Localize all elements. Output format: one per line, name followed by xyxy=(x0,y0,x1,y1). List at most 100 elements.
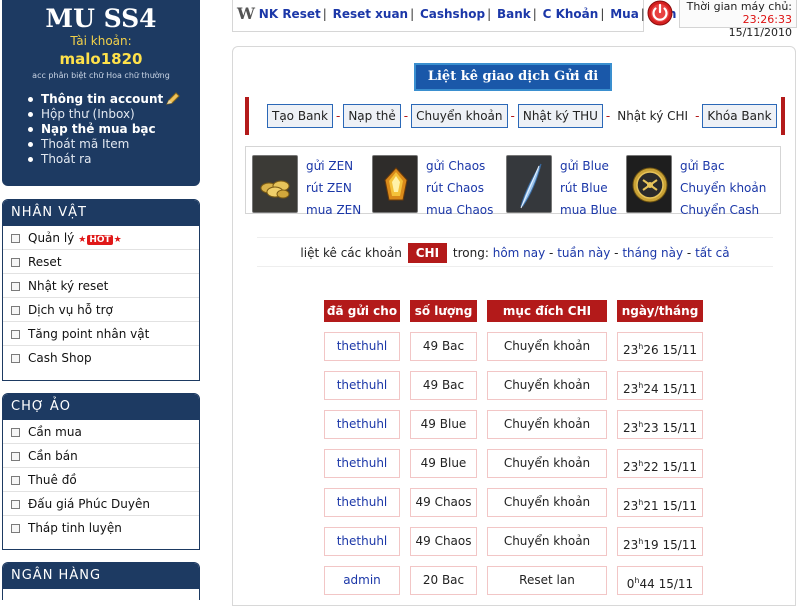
checkbox[interactable] xyxy=(11,354,20,363)
sidebar-item-support[interactable]: Dịch vụ hỗ trợ xyxy=(3,298,199,322)
row-amount: 49 Blue xyxy=(410,449,477,478)
checkbox[interactable] xyxy=(11,476,20,485)
buy-blue-link[interactable]: mua Blue xyxy=(560,199,617,221)
item-code-exit-link[interactable]: Thoát mã Item xyxy=(28,137,200,152)
nav-reset-xuan[interactable]: Reset xuan xyxy=(333,7,409,21)
account-links: Thông tin account Hộp thư (Inbox) Nạp th… xyxy=(28,92,200,167)
sidebar-item-buy[interactable]: Cần mua xyxy=(3,420,199,444)
header-date: ngày/tháng xyxy=(617,300,703,322)
nav-cashshop[interactable]: Cashshop xyxy=(420,7,485,21)
checkbox[interactable] xyxy=(11,452,20,461)
tab-expense-log[interactable]: Nhật ký CHI xyxy=(613,104,693,128)
send-chaos-link[interactable]: gửi Chaos xyxy=(426,155,493,177)
page-title: Liệt kê giao dịch Gửi đi xyxy=(414,63,612,91)
sidebar-item-refine-tower[interactable]: Tháp tinh luyện xyxy=(3,516,199,540)
row-datetime: 23h22 15/11 xyxy=(617,449,703,478)
market-panel-title: CHỢ ẢO xyxy=(3,394,199,420)
main-content: Liệt kê giao dịch Gửi đi Tạo Bank - Nạp th… xyxy=(232,46,796,606)
account-info-link[interactable]: Thông tin account xyxy=(28,92,200,107)
row-purpose: Chuyển khoản xyxy=(487,449,607,478)
w-logo: W xyxy=(237,4,255,23)
withdraw-chaos-link[interactable]: rút Chaos xyxy=(426,177,493,199)
row-recipient[interactable]: thethuhl xyxy=(324,371,400,400)
checkbox[interactable] xyxy=(11,524,20,533)
nav-c-khoan[interactable]: C Khoản xyxy=(543,7,599,21)
withdraw-zen-link[interactable]: rút ZEN xyxy=(306,177,361,199)
checkbox[interactable] xyxy=(11,330,20,339)
hot-badge: ★ HOT ★ xyxy=(78,235,122,245)
inbox-link[interactable]: Hộp thư (Inbox) xyxy=(28,107,200,122)
filter-this-month[interactable]: tháng này xyxy=(622,246,683,260)
logout-link[interactable]: Thoát ra xyxy=(28,152,200,167)
send-zen-link[interactable]: gửi ZEN xyxy=(306,155,361,177)
send-silver-link[interactable]: gửi Bạc xyxy=(680,155,766,177)
tab-create-bank[interactable]: Tạo Bank xyxy=(267,104,333,128)
item-chaos: gửi Chaos rút Chaos mua Chaos xyxy=(368,149,500,217)
sidebar-item-auction[interactable]: Đấu giá Phúc Duyên xyxy=(3,492,199,516)
row-amount: 49 Bac xyxy=(410,371,477,400)
brand-title: MU SS4 xyxy=(45,4,157,33)
checkbox[interactable] xyxy=(11,234,20,243)
withdraw-blue-link[interactable]: rút Blue xyxy=(560,177,617,199)
row-datetime: 23h19 15/11 xyxy=(617,527,703,556)
row-recipient[interactable]: thethuhl xyxy=(324,332,400,361)
power-icon[interactable] xyxy=(645,0,675,28)
tab-income-log[interactable]: Nhật ký THU xyxy=(517,104,603,128)
blue-feather-icon xyxy=(506,155,552,213)
row-amount: 49 Blue xyxy=(410,410,477,439)
sidebar-item-cash-shop[interactable]: Cash Shop xyxy=(3,346,199,370)
tab-topup-card[interactable]: Nạp thẻ xyxy=(343,104,401,128)
silver-coin-icon xyxy=(626,155,672,213)
sidebar-item-manage[interactable]: Quản lý ★ HOT ★ xyxy=(3,226,199,250)
checkbox[interactable] xyxy=(11,306,20,315)
row-recipient[interactable]: thethuhl xyxy=(324,488,400,517)
nav-mua[interactable]: Mua xyxy=(610,7,639,21)
filter-all[interactable]: tất cả xyxy=(695,246,730,260)
bank-items: gửi ZEN rút ZEN mua ZEN gửi Chaos rút Ch… xyxy=(245,146,781,217)
market-panel: CHỢ ẢO Cần mua Cần bán Thuê đồ Đấu giá P… xyxy=(2,393,200,550)
account-panel: MU SS4 Tài khoản: malo1820 acc phân biệt… xyxy=(2,0,200,186)
checkbox[interactable] xyxy=(11,428,20,437)
tab-transfer[interactable]: Chuyển khoản xyxy=(411,104,508,128)
checkbox[interactable] xyxy=(11,258,20,267)
checkbox[interactable] xyxy=(11,500,20,509)
character-panel-title: NHÂN VẬT xyxy=(3,200,199,226)
server-date: 15/11/2010 xyxy=(728,26,792,39)
send-blue-link[interactable]: gửi Blue xyxy=(560,155,617,177)
transfer-cash-link[interactable]: Chuyển Cash xyxy=(680,199,766,221)
checkbox[interactable] xyxy=(11,282,20,291)
row-recipient[interactable]: thethuhl xyxy=(324,449,400,478)
zen-coins-icon xyxy=(252,155,298,213)
bank-panel-title: NGÂN HÀNG xyxy=(3,563,199,589)
expense-filter: liệt kê các khoản CHI trong: hôm nay - t… xyxy=(257,237,773,267)
row-purpose: Chuyển khoản xyxy=(487,371,607,400)
username: malo1820 xyxy=(59,50,143,68)
sidebar-item-reset-log[interactable]: Nhật ký reset xyxy=(3,274,199,298)
sidebar-item-rent[interactable]: Thuê đồ xyxy=(3,468,199,492)
filter-today[interactable]: hôm nay xyxy=(493,246,546,260)
filter-this-week[interactable]: tuần này xyxy=(557,246,610,260)
row-purpose: Chuyển khoản xyxy=(487,488,607,517)
row-recipient[interactable]: thethuhl xyxy=(324,410,400,439)
row-datetime: 23h26 15/11 xyxy=(617,332,703,361)
sidebar-item-add-points[interactable]: Tăng point nhân vật xyxy=(3,322,199,346)
nav-bank[interactable]: Bank xyxy=(497,7,531,21)
sidebar-item-sell[interactable]: Cần bán xyxy=(3,444,199,468)
row-recipient[interactable]: thethuhl xyxy=(324,527,400,556)
tab-lock-bank[interactable]: Khóa Bank xyxy=(702,104,777,128)
buy-zen-link[interactable]: mua ZEN xyxy=(306,199,361,221)
topup-silver-link[interactable]: Nạp thẻ mua bạc xyxy=(28,122,200,137)
nav-nk-reset[interactable]: NK Reset xyxy=(259,7,321,21)
transfer-link[interactable]: Chuyển khoản xyxy=(680,177,766,199)
filter-prefix: liệt kê các khoản xyxy=(300,246,402,260)
bank-panel: NGÂN HÀNG xyxy=(2,562,200,600)
row-purpose: Chuyển khoản xyxy=(487,527,607,556)
row-amount: 49 Chaos xyxy=(410,527,477,556)
sidebar-item-reset[interactable]: Reset xyxy=(3,250,199,274)
case-sensitive-note: acc phân biệt chữ Hoa chữ thường xyxy=(32,71,170,80)
row-amount: 20 Bac xyxy=(410,566,477,595)
character-panel: NHÂN VẬT Quản lý ★ HOT ★ Reset Nhật ký rese… xyxy=(2,199,200,381)
pencil-icon xyxy=(166,92,180,105)
row-recipient[interactable]: admin xyxy=(324,566,400,595)
buy-chaos-link[interactable]: mua Chaos xyxy=(426,199,493,221)
